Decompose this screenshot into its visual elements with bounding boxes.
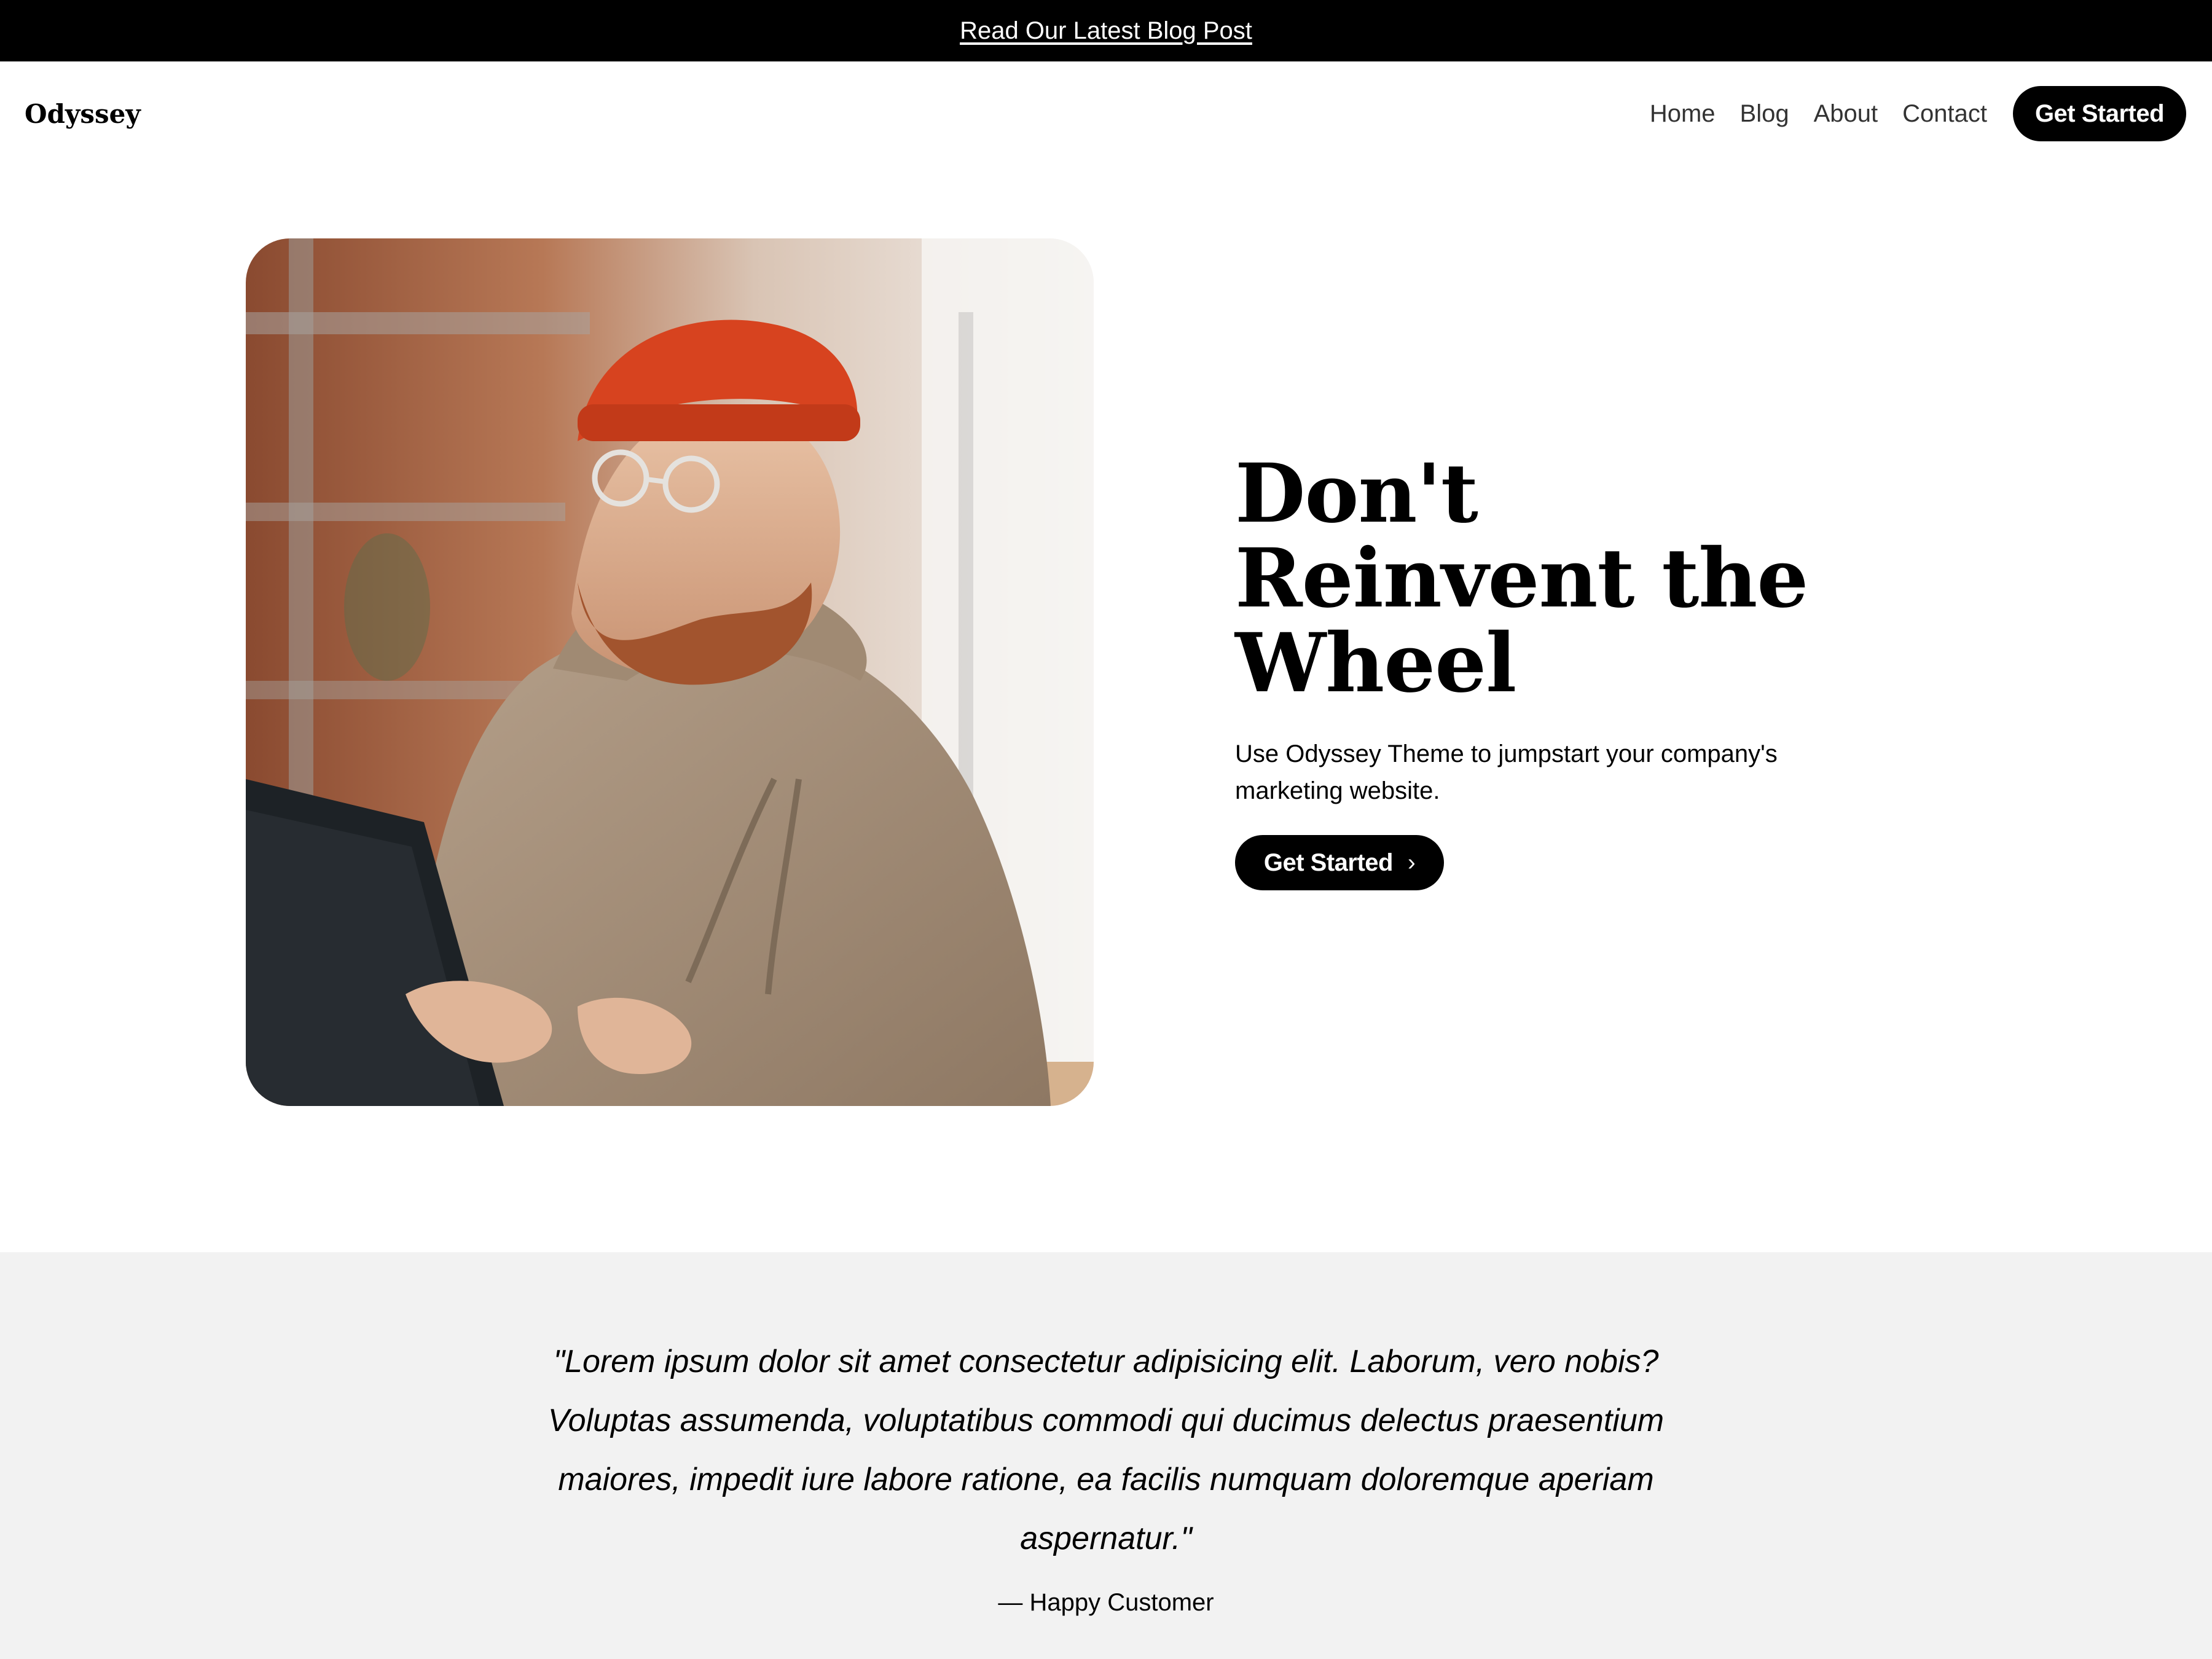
nav-home-link[interactable]: Home (1650, 100, 1716, 128)
nav-about-link[interactable]: About (1814, 100, 1878, 128)
main-nav: Home Blog About Contact Get Started (1625, 86, 2186, 141)
testimonial-author: — Happy Customer (998, 1589, 1214, 1616)
hero-content: Don't Reinvent the Wheel Use Odyssey The… (1235, 452, 1825, 890)
header-get-started-button[interactable]: Get Started (2013, 86, 2186, 141)
hero-title-line: Wheel (1235, 616, 1516, 711)
chevron-right-icon: › (1407, 849, 1416, 876)
hero-cta-label: Get Started (1263, 849, 1394, 876)
hero-title-line: Don't (1235, 446, 1478, 541)
nav-blog-link[interactable]: Blog (1740, 100, 1789, 128)
man-with-laptop-illustration (246, 238, 1094, 1106)
hero-subtitle: Use Odyssey Theme to jumpstart your comp… (1235, 740, 1778, 804)
latest-blog-post-link[interactable]: Read Our Latest Blog Post (960, 17, 1252, 45)
nav-contact-link[interactable]: Contact (1902, 100, 1987, 128)
site-header: Odyssey Home Blog About Contact Get Star… (0, 61, 2212, 166)
brand-logo[interactable]: Odyssey (25, 99, 141, 129)
hero-get-started-button[interactable]: Get Started › (1235, 835, 1444, 890)
testimonial-section: "Lorem ipsum dolor sit amet consectetur … (0, 1252, 2212, 1659)
hero-photo (246, 238, 1094, 1106)
announcement-bar: Read Our Latest Blog Post (0, 0, 2212, 61)
hero-title-line: Reinvent the (1235, 531, 1808, 626)
testimonial-quote: "Lorem ipsum dolor sit amet consectetur … (547, 1344, 1665, 1556)
hero-title: Don't Reinvent the Wheel (1235, 452, 1825, 706)
